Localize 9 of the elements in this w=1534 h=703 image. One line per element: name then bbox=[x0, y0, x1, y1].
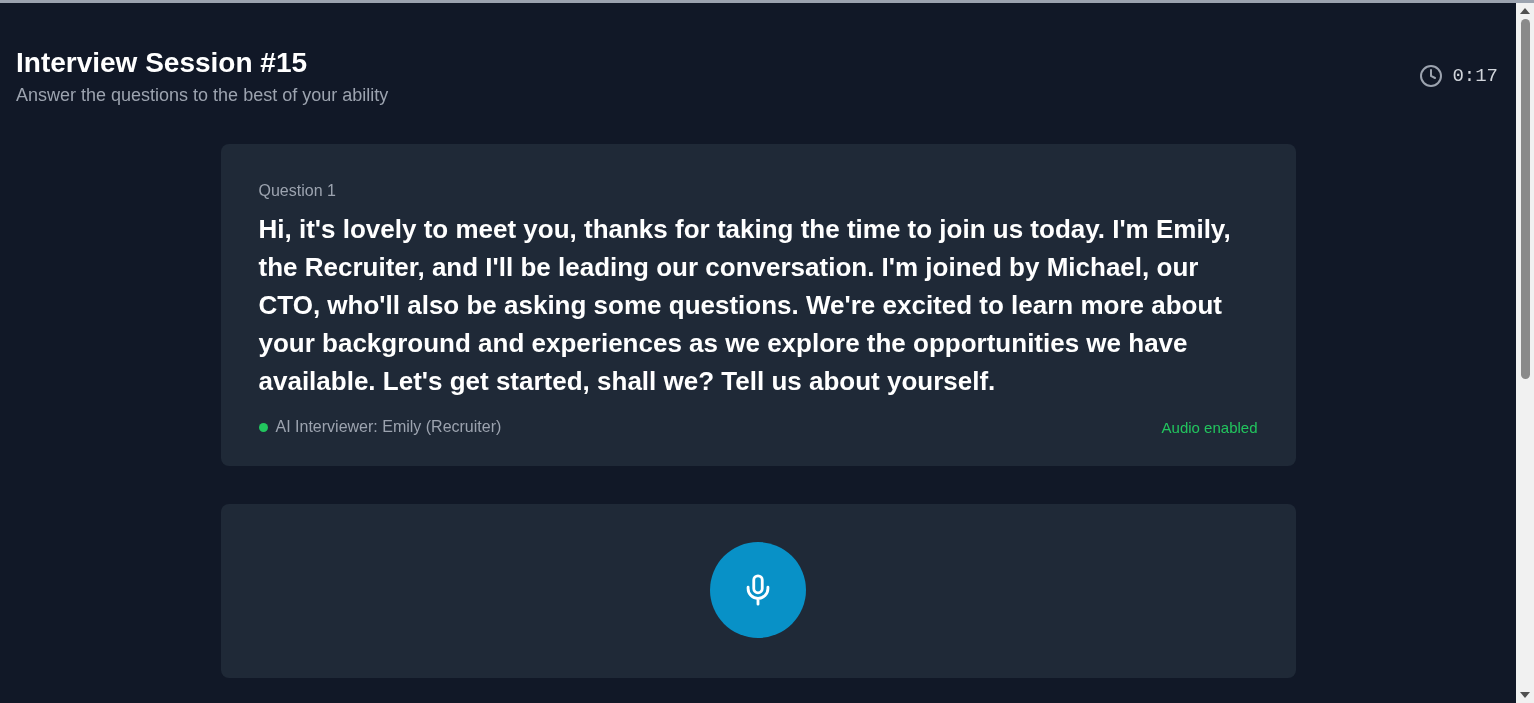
timer-text: 0:17 bbox=[1452, 64, 1498, 87]
question-text: Hi, it's lovely to meet you, thanks for taking the time to join us today. I'm Emily, the Recruiter, and I'll be leading our conversation. I'm joined by Michael, our CTO, who'll also be asking some questions. We're excited to learn more about your background and experiences as we explore the opportunities we have available. Let's get started, shall we? Tell us about yourself. bbox=[258, 213, 1232, 398]
audio-status: Audio enabled bbox=[1161, 418, 1258, 436]
interviewer-label: AI Interviewer: Emily (Recruiter) bbox=[275, 418, 502, 436]
scrollbar[interactable] bbox=[1516, 3, 1534, 703]
question-label: Question 1 bbox=[258, 182, 337, 200]
page-subtitle: Answer the questions to the best of your ability bbox=[16, 85, 389, 106]
page-title: Interview Session #15 bbox=[16, 46, 309, 80]
clock-icon bbox=[1419, 63, 1444, 88]
